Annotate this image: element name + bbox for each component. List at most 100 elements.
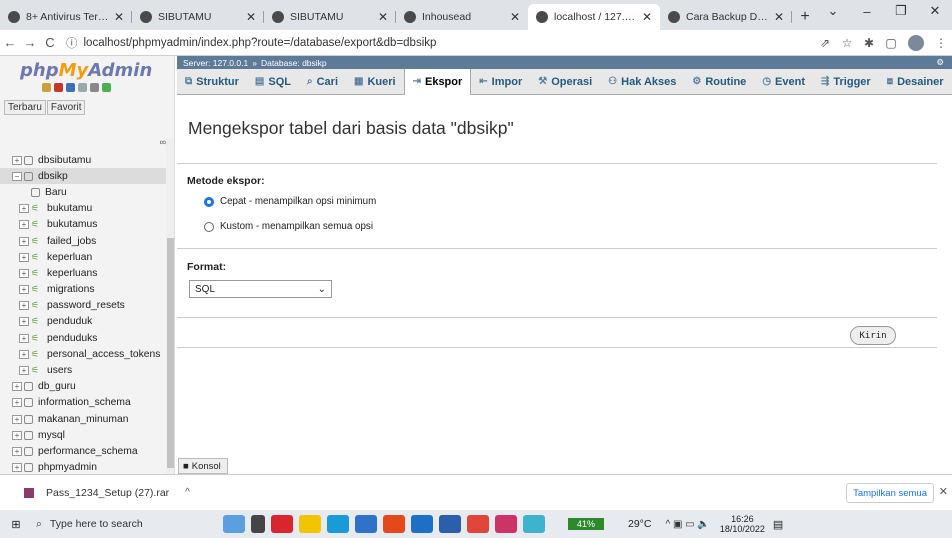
console-toggle[interactable]: ■ Konsol	[178, 458, 228, 474]
expand-icon[interactable]: +	[12, 398, 22, 408]
windows-start-icon[interactable]: ⊞	[4, 518, 28, 531]
browser-tab[interactable]: localhost / 127.0.0.1 / ✕	[528, 4, 660, 30]
close-download-bar-icon[interactable]: ✕	[939, 485, 948, 498]
radio-quick-button[interactable]	[204, 196, 214, 207]
tab-sql[interactable]: ▤ SQL	[247, 69, 299, 95]
expand-icon[interactable]: +	[19, 285, 29, 295]
word-icon[interactable]	[439, 515, 461, 533]
tree-table[interactable]: + ⚟ keperluans	[0, 265, 174, 281]
notification-icon[interactable]: ▤	[773, 518, 783, 531]
new-tab-button[interactable]: +	[792, 4, 818, 30]
file-explorer-icon[interactable]	[299, 515, 321, 533]
docs-sql-icon[interactable]	[78, 83, 87, 92]
temperature[interactable]: 29°C	[628, 518, 651, 530]
gear-icon[interactable]: ⚙	[936, 57, 944, 68]
expand-icon[interactable]: +	[19, 268, 29, 278]
expand-icon[interactable]: +	[19, 333, 29, 343]
nav-scrollbar-thumb[interactable]	[167, 238, 174, 468]
profile-avatar[interactable]	[908, 34, 924, 51]
download-item[interactable]: Pass_1234_Setup (27).rar ^	[24, 487, 190, 499]
tree-table[interactable]: + ⚟ penduduk	[0, 314, 174, 330]
tab-recent[interactable]: Terbaru	[4, 100, 46, 115]
browser-tab[interactable]: Cara Backup Databas ✕	[660, 4, 792, 30]
expand-icon[interactable]: +	[12, 430, 22, 440]
browser-tab[interactable]: 8+ Antivirus Terbaik u ✕	[0, 4, 132, 30]
close-tab-icon[interactable]: ✕	[774, 10, 784, 24]
tab-struktur[interactable]: ⧉ Struktur	[177, 69, 247, 95]
weather-widget-icon[interactable]	[223, 515, 245, 533]
tab-trigger[interactable]: ⇶ Trigger	[813, 69, 879, 95]
tab-cari[interactable]: ⌕ Cari	[299, 69, 346, 95]
tree-table[interactable]: + ⚟ keperluan	[0, 249, 174, 265]
tree-new-table[interactable]: Baru	[0, 184, 174, 200]
task-view-icon[interactable]	[251, 515, 265, 533]
office-icon[interactable]	[383, 515, 405, 533]
restore-icon[interactable]: ❐	[884, 0, 918, 22]
tab-operasi[interactable]: ⚒ Operasi	[530, 69, 600, 95]
chevron-up-icon[interactable]: ^	[185, 487, 190, 498]
share-icon[interactable]: ⇗	[814, 36, 836, 50]
bookmark-star-icon[interactable]: ☆	[836, 36, 858, 50]
tree-table[interactable]: + ⚟ users	[0, 362, 174, 378]
radio-custom[interactable]: Kustom - menampilkan semua opsi	[204, 221, 373, 232]
expand-icon[interactable]: +	[19, 220, 29, 230]
app-l-icon[interactable]	[411, 515, 433, 533]
tree-database[interactable]: + performance_schema	[0, 443, 174, 459]
tree-table[interactable]: + ⚟ penduduks	[0, 330, 174, 346]
submit-button[interactable]: Kirin	[850, 326, 896, 345]
expand-icon[interactable]: +	[19, 204, 29, 214]
system-tray-icons[interactable]: ^ ▣ ▭ 🔈	[665, 519, 709, 530]
minimize-icon[interactable]: –	[850, 0, 884, 22]
breadcrumb-database[interactable]: Database: dbsikp	[261, 58, 327, 68]
nav-scrollbar[interactable]	[166, 138, 174, 474]
browser-tab[interactable]: SIBUTAMU ✕	[264, 4, 396, 30]
tab-impor[interactable]: ⇤ Impor	[471, 69, 530, 95]
browser-tab[interactable]: Inhousead ✕	[396, 4, 528, 30]
radio-quick[interactable]: Cepat - menampilkan opsi minimum	[204, 196, 376, 207]
menu-kebab-icon[interactable]: ⋮	[930, 36, 952, 50]
clock[interactable]: 16:26 18/10/2022	[720, 514, 765, 534]
tab-ekspor[interactable]: ⇥ Ekspor	[403, 68, 472, 95]
vscode-icon[interactable]	[523, 515, 545, 533]
expand-icon[interactable]: +	[12, 414, 22, 424]
sidebar-panel-icon[interactable]: ▢	[880, 36, 902, 50]
home-icon[interactable]	[42, 83, 51, 92]
expand-icon[interactable]: +	[12, 463, 22, 473]
tree-table[interactable]: + ⚟ bukutamu	[0, 201, 174, 217]
close-tab-icon[interactable]: ✕	[114, 10, 124, 24]
tree-database[interactable]: + phpmyadmin	[0, 460, 174, 474]
docs-icon[interactable]	[66, 83, 75, 92]
breadcrumb-server[interactable]: Server: 127.0.0.1	[183, 58, 248, 68]
radio-custom-button[interactable]	[204, 221, 214, 232]
tree-database[interactable]: + dbsibutamu	[0, 152, 174, 168]
close-window-icon[interactable]: ✕	[918, 0, 952, 22]
settings-icon[interactable]	[90, 83, 99, 92]
tab-desainer[interactable]: ⧈ Desainer	[879, 69, 952, 95]
site-info-icon[interactable]: ⓘ	[66, 35, 78, 51]
reload-icon[interactable]: C	[40, 35, 60, 50]
tree-table[interactable]: + ⚟ password_resets	[0, 298, 174, 314]
tree-table[interactable]: + ⚟ migrations	[0, 282, 174, 298]
tab-hak-akses[interactable]: ⚇ Hak Akses	[600, 69, 684, 95]
mail-icon[interactable]	[355, 515, 377, 533]
expand-icon[interactable]: +	[12, 155, 22, 165]
tree-database[interactable]: + mysql	[0, 427, 174, 443]
tree-table[interactable]: + ⚟ personal_access_tokens	[0, 346, 174, 362]
expand-icon[interactable]: −	[12, 171, 22, 181]
close-tab-icon[interactable]: ✕	[378, 10, 388, 24]
expand-icon[interactable]: +	[19, 349, 29, 359]
expand-icon[interactable]: +	[19, 301, 29, 311]
tree-database[interactable]: − dbsikp	[0, 168, 174, 185]
close-tab-icon[interactable]: ✕	[642, 10, 652, 24]
browser-tab[interactable]: SIBUTAMU ✕	[132, 4, 264, 30]
tree-table[interactable]: + ⚟ failed_jobs	[0, 233, 174, 249]
tab-event[interactable]: ◷ Event	[754, 69, 813, 95]
tab-kueri[interactable]: ▦ Kueri	[346, 69, 404, 95]
expand-icon[interactable]: +	[12, 382, 22, 392]
close-tab-icon[interactable]: ✕	[510, 10, 520, 24]
phpmyadmin-logo[interactable]: phpMyAdmin	[20, 60, 174, 81]
expand-icon[interactable]: +	[19, 236, 29, 246]
reload-nav-icon[interactable]	[102, 83, 111, 92]
tree-table[interactable]: + ⚟ bukutamus	[0, 217, 174, 233]
extensions-icon[interactable]: ✱	[858, 36, 880, 50]
